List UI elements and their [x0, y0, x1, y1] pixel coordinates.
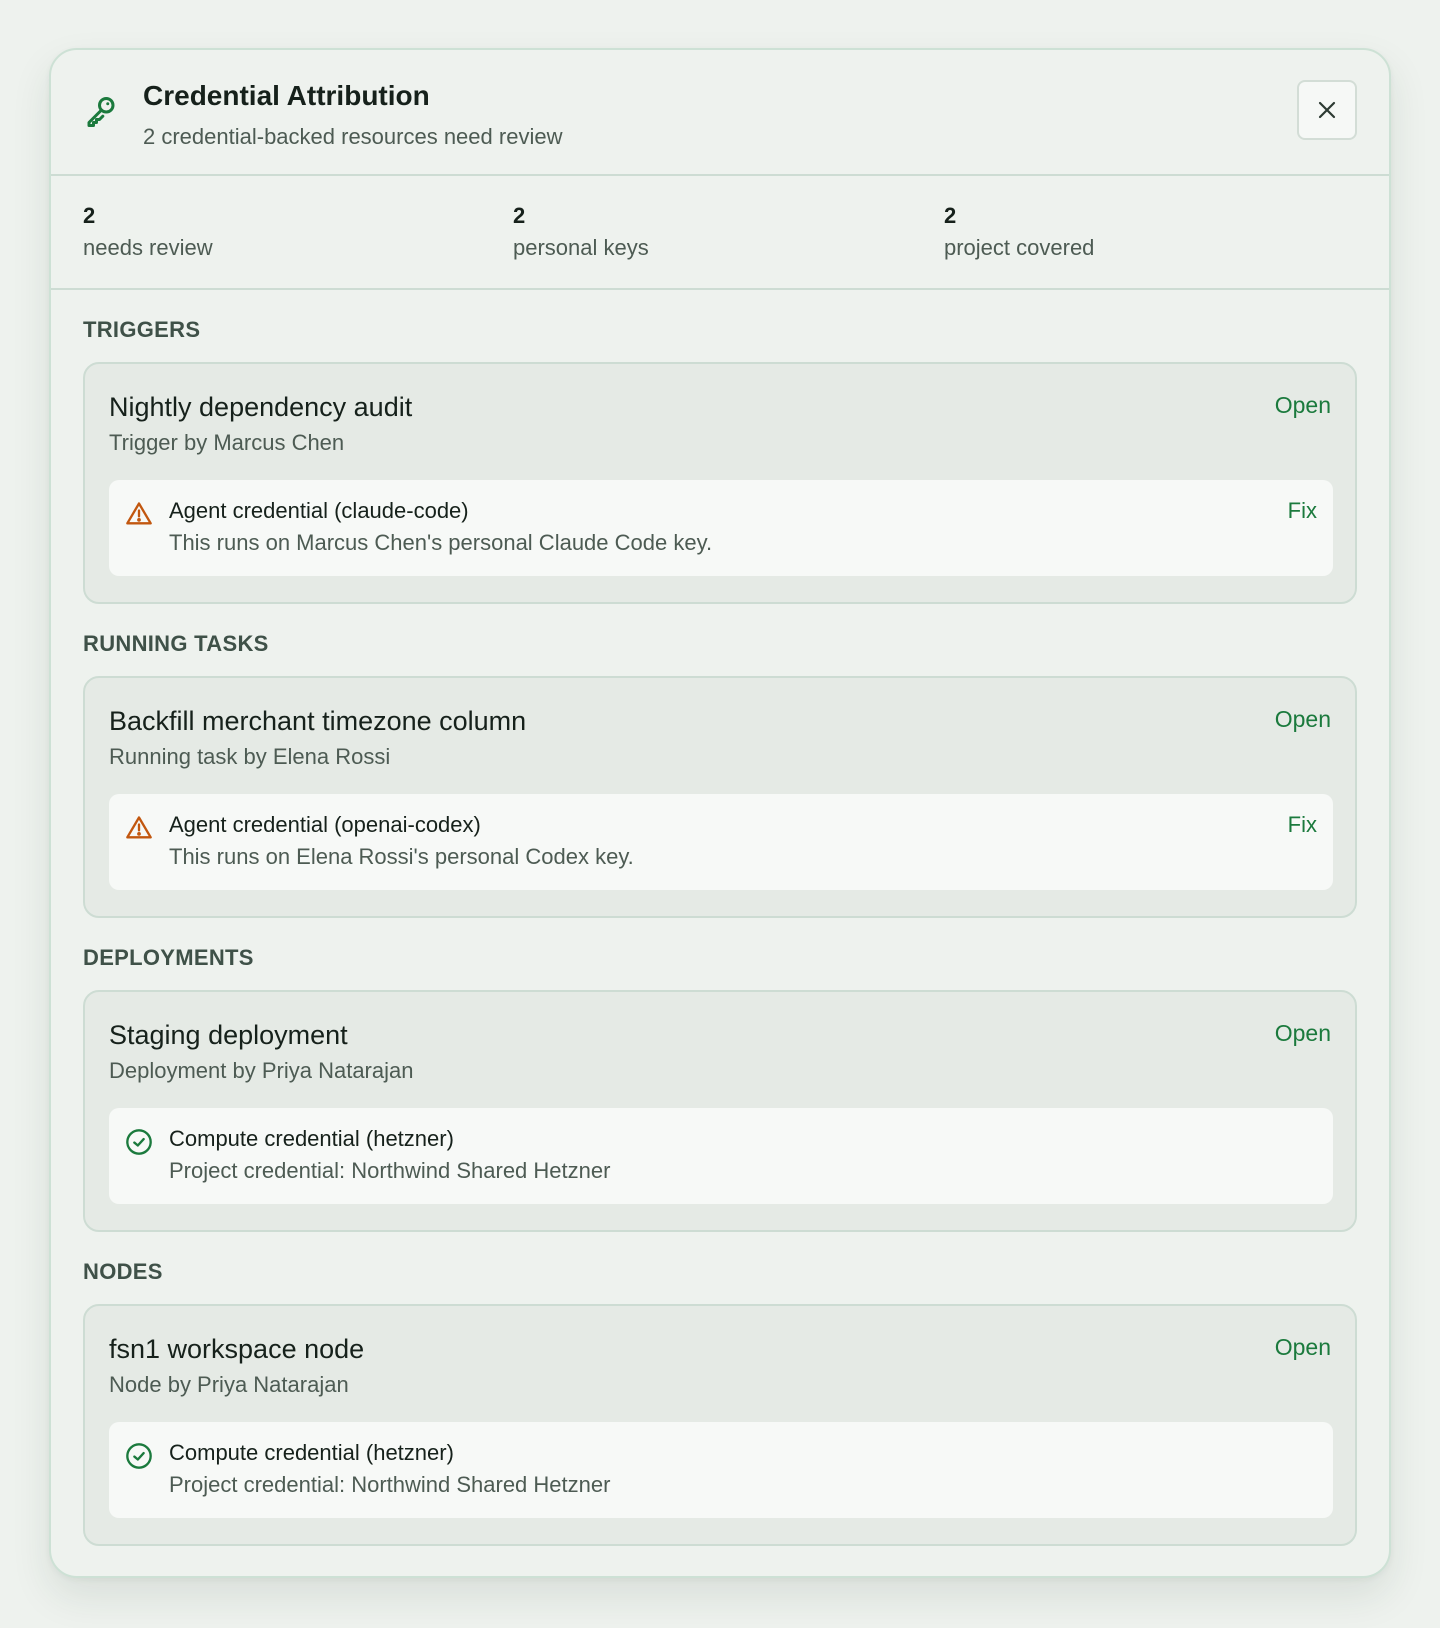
fix-link[interactable]: Fix	[1288, 812, 1317, 838]
stat-value: 2	[83, 203, 96, 228]
resource-card: Backfill merchant timezone column Runnin…	[83, 676, 1357, 918]
resource-owner: Deployment by Priya Natarajan	[109, 1058, 414, 1083]
check-circle-icon	[126, 1443, 152, 1469]
check-circle-icon	[126, 1129, 152, 1155]
close-button[interactable]	[1297, 80, 1357, 140]
resource-owner: Running task by Elena Rossi	[109, 744, 391, 769]
stats-row: 2 needs review 2 personal keys 2 project…	[51, 176, 1389, 290]
resource-name: Staging deployment	[109, 1020, 348, 1050]
page-subtitle: 2 credential-backed resources need revie…	[143, 124, 563, 149]
credential-title: Agent credential (claude-code)	[169, 498, 469, 523]
credential-description: This runs on Elena Rossi's personal Code…	[169, 844, 634, 869]
section-title-deployments: DEPLOYMENTS	[83, 945, 254, 970]
credential-attribution-panel: Credential Attribution 2 credential-back…	[49, 48, 1391, 1578]
open-link[interactable]: Open	[1275, 392, 1331, 419]
open-link[interactable]: Open	[1275, 1020, 1331, 1047]
resource-name: Nightly dependency audit	[109, 392, 413, 422]
open-link[interactable]: Open	[1275, 1334, 1331, 1361]
warning-icon	[126, 816, 152, 839]
stat-value: 2	[944, 203, 957, 228]
open-link[interactable]: Open	[1275, 706, 1331, 733]
credential-title: Compute credential (hetzner)	[169, 1440, 454, 1465]
stat-label: needs review	[83, 235, 213, 260]
resource-list: TRIGGERS Nightly dependency audit Trigge…	[51, 290, 1389, 1546]
credential-description: Project credential: Northwind Shared Het…	[169, 1472, 611, 1497]
stat-project-covered: 2 project covered	[944, 203, 1094, 263]
stat-personal-keys: 2 personal keys	[513, 203, 649, 263]
credential-title: Agent credential (openai-codex)	[169, 812, 481, 837]
resource-name: fsn1 workspace node	[109, 1334, 365, 1364]
section-title-running-tasks: RUNNING TASKS	[83, 631, 269, 656]
close-icon	[1318, 101, 1336, 119]
section-title-nodes: NODES	[83, 1259, 163, 1284]
credential-row: Agent credential (openai-codex) This run…	[109, 794, 1333, 890]
resource-card: fsn1 workspace node Node by Priya Natara…	[83, 1304, 1357, 1546]
fix-link[interactable]: Fix	[1288, 498, 1317, 524]
credential-row: Agent credential (claude-code) This runs…	[109, 480, 1333, 576]
resource-card: Nightly dependency audit Trigger by Marc…	[83, 362, 1357, 604]
stat-label: project covered	[944, 235, 1095, 260]
credential-description: This runs on Marcus Chen's personal Clau…	[169, 530, 713, 555]
stat-value: 2	[513, 203, 526, 228]
credential-title: Compute credential (hetzner)	[169, 1126, 454, 1151]
credential-row: Compute credential (hetzner) Project cre…	[109, 1422, 1333, 1518]
resource-card: Staging deployment Deployment by Priya N…	[83, 990, 1357, 1232]
section-title-triggers: TRIGGERS	[83, 317, 201, 342]
credential-description: Project credential: Northwind Shared Het…	[169, 1158, 611, 1183]
page-title: Credential Attribution	[143, 80, 430, 111]
credential-row: Compute credential (hetzner) Project cre…	[109, 1108, 1333, 1204]
key-icon	[87, 97, 115, 127]
resource-owner: Trigger by Marcus Chen	[109, 430, 345, 455]
warning-icon	[126, 502, 152, 525]
panel-header: Credential Attribution 2 credential-back…	[51, 50, 1389, 176]
stat-needs-review: 2 needs review	[83, 203, 213, 263]
resource-owner: Node by Priya Natarajan	[109, 1372, 349, 1397]
resource-name: Backfill merchant timezone column	[109, 706, 527, 736]
stat-label: personal keys	[513, 235, 649, 260]
